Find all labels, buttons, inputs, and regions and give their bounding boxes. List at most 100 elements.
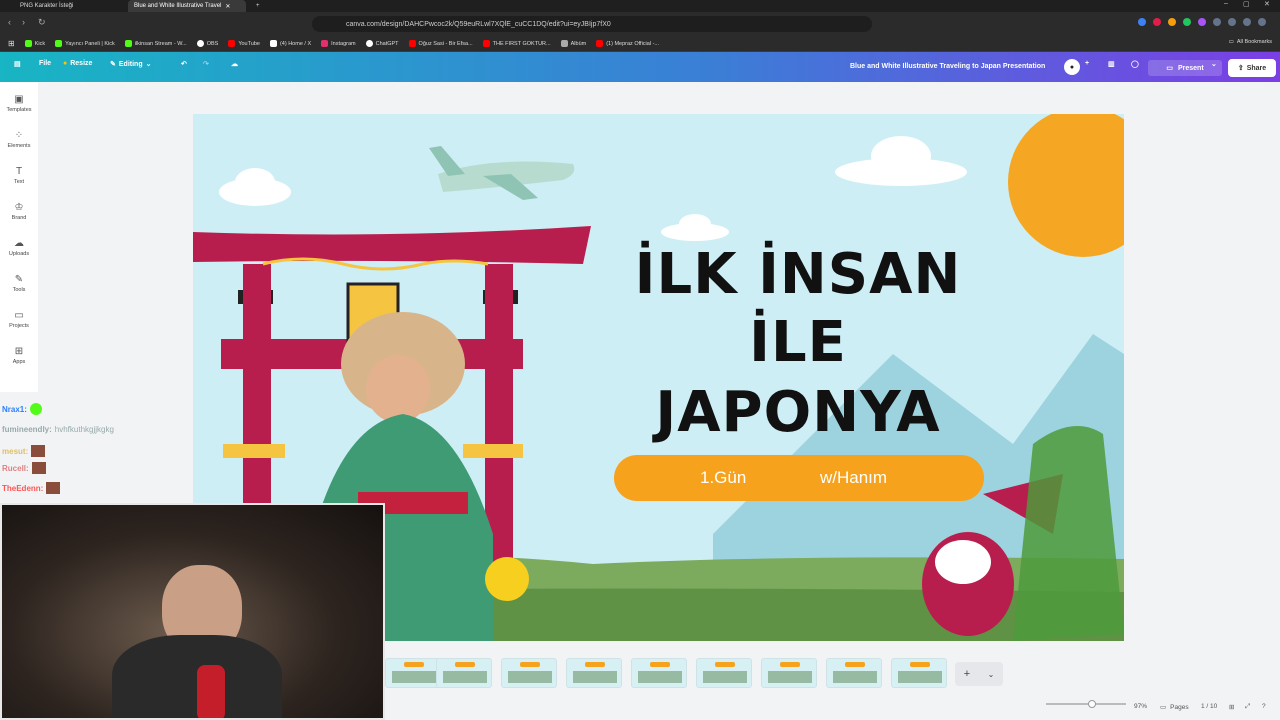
extension-icon[interactable] bbox=[1168, 18, 1176, 26]
bookmark-instagram[interactable]: Instagram bbox=[321, 40, 356, 47]
chat-username: fumineendly: bbox=[2, 425, 52, 434]
chevron-down-icon[interactable]: ⌄ bbox=[1211, 60, 1217, 68]
webcam-overlay bbox=[0, 503, 385, 720]
tab-png-karakter[interactable]: PNG Karakter İsteği bbox=[14, 0, 126, 12]
bookmark-label: YouTube bbox=[238, 40, 260, 47]
avatar[interactable]: ● bbox=[1064, 59, 1080, 75]
zoom-value[interactable]: 97% bbox=[1134, 703, 1147, 710]
back-icon[interactable]: ‹ bbox=[8, 17, 11, 27]
all-bookmarks[interactable]: ▭ All Bookmarks bbox=[1229, 39, 1272, 45]
new-tab-button[interactable]: + bbox=[250, 0, 266, 12]
cloud-save-icon[interactable]: ☁ bbox=[231, 60, 238, 68]
sidebar-item-tools[interactable]: ✎ Tools bbox=[0, 274, 38, 293]
minimize-icon[interactable]: – bbox=[1224, 0, 1228, 7]
page-thumbnail[interactable] bbox=[385, 658, 441, 688]
page-thumbnail[interactable] bbox=[436, 658, 492, 688]
page-counter: 1 / 10 bbox=[1201, 703, 1218, 710]
page-filmstrip: 2 3 4 5 6 7 8 9 10 +⌄ bbox=[385, 652, 1025, 694]
bookmark-label: (1) Mepraz Official -... bbox=[606, 40, 659, 47]
page-thumbnail[interactable] bbox=[891, 658, 947, 688]
grid-view-icon[interactable]: ⊞ bbox=[1229, 703, 1234, 711]
bookmark-yayinci[interactable]: Yayıncı Paneli | Kick bbox=[55, 40, 115, 47]
apps-grid-icon[interactable]: ⊞ bbox=[8, 39, 15, 48]
sidebar-item-brand[interactable]: ♔ Brand bbox=[0, 202, 38, 221]
bookmark-youtube[interactable]: YouTube bbox=[228, 40, 260, 47]
crown-icon: ● bbox=[63, 60, 68, 67]
forward-icon[interactable]: › bbox=[22, 17, 25, 27]
chat-message: Rucell: bbox=[2, 462, 46, 474]
maximize-icon[interactable]: ▢ bbox=[1243, 0, 1250, 8]
bookmark-album[interactable]: Albüm bbox=[560, 40, 587, 47]
download-icon[interactable] bbox=[1228, 18, 1236, 26]
drink-can bbox=[197, 665, 225, 718]
page-thumbnail[interactable] bbox=[566, 658, 622, 688]
sidebar-item-projects[interactable]: ▭ Projects bbox=[0, 310, 38, 329]
page-thumbnail[interactable] bbox=[826, 658, 882, 688]
share-button[interactable]: ⇪ Share bbox=[1228, 59, 1276, 77]
sidebar-item-label: Tools bbox=[12, 287, 26, 293]
help-icon[interactable]: ? bbox=[1262, 703, 1266, 710]
sidebar-item-uploads[interactable]: ☁ Uploads bbox=[0, 238, 38, 257]
sidebar-item-label: Brand bbox=[11, 215, 27, 221]
page-thumbnail[interactable] bbox=[696, 658, 752, 688]
bookmark-icon bbox=[124, 40, 132, 47]
chat-text: hvhfkuthkgjjkgkg bbox=[54, 425, 114, 434]
bookmark-mepraz[interactable]: (1) Mepraz Official -... bbox=[596, 40, 659, 47]
bookmark-x[interactable]: (4) Home / X bbox=[269, 40, 311, 47]
zoom-handle[interactable] bbox=[1088, 700, 1096, 708]
extension-icon[interactable] bbox=[1138, 18, 1146, 26]
bookmark-obs[interactable]: OBS bbox=[196, 40, 218, 47]
sidebar-toggle-icon[interactable]: ▤ bbox=[14, 60, 21, 68]
bookmark-icon bbox=[24, 40, 32, 47]
menu-icon[interactable] bbox=[1258, 18, 1266, 26]
bookmark-label: Albüm bbox=[570, 40, 587, 47]
editing-mode-button[interactable]: ✎ Editing ⌄ bbox=[110, 60, 151, 69]
bookmark-ilkinsan[interactable]: ilkinsan Stream - W... bbox=[124, 40, 187, 47]
page-thumbnail[interactable] bbox=[631, 658, 687, 688]
reload-icon[interactable]: ↻ bbox=[38, 17, 46, 28]
sidebar-item-templates[interactable]: ▣ Templates bbox=[0, 94, 38, 113]
sidebar-item-label: Elements bbox=[7, 143, 31, 149]
pages-button[interactable]: ▭ Pages bbox=[1160, 703, 1189, 712]
undo-icon[interactable]: ↶ bbox=[181, 60, 187, 68]
bookmark-gokturk[interactable]: THE FIRST GOKTUR... bbox=[482, 40, 551, 47]
title-line-2[interactable]: İLE bbox=[633, 310, 963, 375]
pencil-icon: ✎ bbox=[110, 61, 116, 68]
analytics-icon[interactable]: ▥ bbox=[1108, 60, 1115, 68]
bookmark-label: Instagram bbox=[331, 40, 356, 47]
page-thumbnail[interactable] bbox=[761, 658, 817, 688]
sidebar-item-apps[interactable]: ⊞ Apps bbox=[0, 346, 38, 365]
zoom-slider[interactable] bbox=[1046, 700, 1126, 708]
design-title[interactable]: Blue and White Illustrative Traveling to… bbox=[850, 63, 1045, 70]
extension-icon[interactable] bbox=[1198, 18, 1206, 26]
comment-icon[interactable]: ◯ bbox=[1131, 60, 1139, 68]
add-collaborator-icon[interactable]: + bbox=[1085, 60, 1089, 67]
tab-canva-design[interactable]: Blue and White Illustrative Travel ✕ bbox=[128, 0, 246, 12]
extension-icon[interactable] bbox=[1153, 18, 1161, 26]
extension-icon[interactable] bbox=[1183, 18, 1191, 26]
close-icon[interactable]: ✕ bbox=[225, 3, 230, 10]
resize-button[interactable]: ● Resize bbox=[63, 60, 92, 67]
extension-icon[interactable] bbox=[1213, 18, 1221, 26]
fullscreen-icon[interactable]: ⤢ bbox=[1245, 703, 1250, 711]
redo-icon[interactable]: ↷ bbox=[203, 60, 209, 68]
title-line-1[interactable]: İLK İNSAN bbox=[633, 242, 963, 307]
sidebar-item-label: Apps bbox=[12, 359, 26, 365]
sidebar-item-text[interactable]: T Text bbox=[0, 166, 38, 185]
sidebar-item-label: Uploads bbox=[8, 251, 30, 257]
youtube-icon bbox=[408, 40, 416, 47]
bookmark-kick[interactable]: Kick bbox=[24, 40, 45, 47]
file-menu[interactable]: File bbox=[39, 60, 51, 67]
page-thumbnail[interactable] bbox=[501, 658, 557, 688]
sidebar-item-elements[interactable]: ⁘ Elements bbox=[0, 130, 38, 149]
instagram-icon bbox=[321, 40, 329, 47]
profile-icon[interactable] bbox=[1243, 18, 1251, 26]
bookmark-oguz[interactable]: Oğuz Sasi - Bir Efsa... bbox=[408, 40, 473, 47]
subtitle-pill[interactable]: 1.Gün w/Hanım bbox=[614, 455, 984, 501]
url-field[interactable]: canva.com/design/DAHCPwcoc2k/Q59euRLwl7X… bbox=[312, 16, 872, 32]
close-window-icon[interactable]: ✕ bbox=[1264, 0, 1270, 8]
chat-message: Nrax1: bbox=[2, 403, 42, 415]
add-page-button[interactable]: + ⌄ bbox=[955, 662, 1003, 686]
bookmark-chatgpt[interactable]: ChatGPT bbox=[365, 40, 399, 47]
zoom-track[interactable] bbox=[1046, 700, 1126, 708]
